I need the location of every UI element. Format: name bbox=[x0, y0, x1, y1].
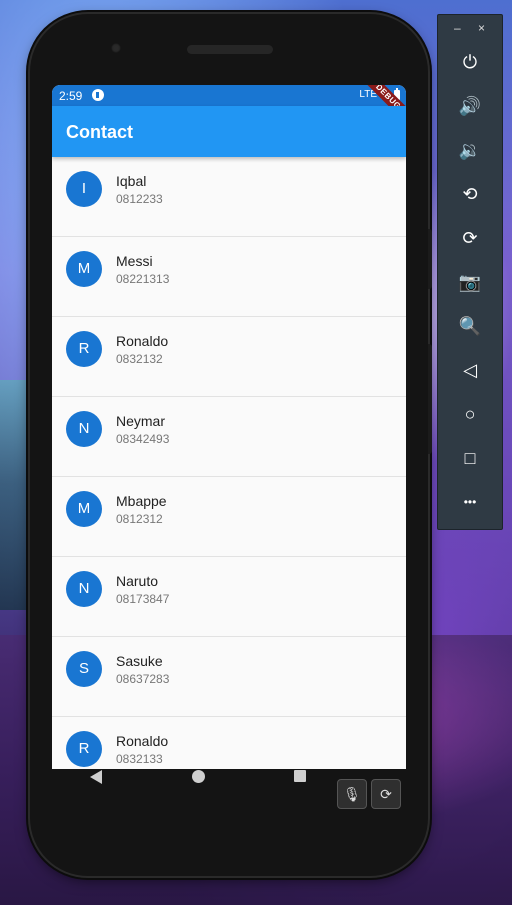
volume-down-icon[interactable]: 🔉 bbox=[455, 135, 485, 165]
minimize-icon[interactable]: – bbox=[454, 21, 461, 35]
nav-home-icon[interactable] bbox=[192, 770, 205, 783]
list-item[interactable]: M Messi 08221313 bbox=[52, 237, 406, 317]
list-item[interactable]: N Neymar 08342493 bbox=[52, 397, 406, 477]
contact-list: I Iqbal 0812233 M Messi 08221313 R Ronal… bbox=[52, 157, 406, 769]
avatar: M bbox=[66, 491, 102, 527]
emulator-toolbar: – × ⏻ 🔊 🔉 ⟲ ⟳ 📷 🔍 ◁ ○ □ ••• bbox=[437, 14, 503, 530]
contact-phone: 08637283 bbox=[116, 672, 170, 686]
contact-name: Sasuke bbox=[116, 653, 163, 669]
phone-frame: 2:59 LTE DEBUG Contact I Iqbal 0812233 M… bbox=[30, 14, 432, 876]
nav-recents-icon[interactable] bbox=[294, 770, 306, 782]
app-bar: Contact bbox=[52, 106, 406, 157]
overview-icon[interactable]: □ bbox=[455, 443, 485, 473]
microphone-icon[interactable]: 🎙 bbox=[337, 779, 367, 809]
volume-up-icon[interactable]: 🔊 bbox=[455, 91, 485, 121]
phone-screen: 2:59 LTE DEBUG Contact I Iqbal 0812233 M… bbox=[52, 85, 406, 769]
list-item[interactable]: N Naruto 08173847 bbox=[52, 557, 406, 637]
notification-icon bbox=[92, 89, 104, 101]
contact-phone: 0812312 bbox=[116, 512, 163, 526]
front-camera bbox=[111, 43, 121, 53]
list-item[interactable]: S Sasuke 08637283 bbox=[52, 637, 406, 717]
close-icon[interactable]: × bbox=[478, 21, 485, 35]
power-icon[interactable]: ⏻ bbox=[455, 47, 485, 77]
contact-name: Mbappe bbox=[116, 493, 167, 509]
contact-name: Iqbal bbox=[116, 173, 147, 189]
list-item[interactable]: M Mbappe 0812312 bbox=[52, 477, 406, 557]
more-icon[interactable]: ••• bbox=[455, 487, 485, 517]
contact-phone: 0832132 bbox=[116, 352, 163, 366]
side-button-power[interactable] bbox=[428, 344, 432, 454]
contact-name: Naruto bbox=[116, 573, 159, 589]
avatar: I bbox=[66, 171, 102, 207]
contact-name: Ronaldo bbox=[116, 733, 169, 749]
contact-phone: 08173847 bbox=[116, 592, 170, 606]
camera-icon[interactable]: 📷 bbox=[455, 267, 485, 297]
list-item[interactable]: R Ronaldo 0832132 bbox=[52, 317, 406, 397]
earpiece-speaker bbox=[187, 45, 273, 54]
avatar: R bbox=[66, 331, 102, 367]
contact-phone: 08221313 bbox=[116, 272, 170, 286]
contact-name: Messi bbox=[116, 253, 153, 269]
rotate-left-icon[interactable]: ⟲ bbox=[455, 179, 485, 209]
status-time: 2:59 bbox=[59, 89, 83, 103]
contact-phone: 08342493 bbox=[116, 432, 170, 446]
avatar: N bbox=[66, 571, 102, 607]
toolbar-window-controls: – × bbox=[438, 21, 502, 37]
contact-name: Ronaldo bbox=[116, 333, 169, 349]
rotate-right-icon[interactable]: ⟳ bbox=[455, 223, 485, 253]
avatar: S bbox=[66, 651, 102, 687]
list-item[interactable]: I Iqbal 0812233 bbox=[52, 157, 406, 237]
app-bar-title: Contact bbox=[66, 122, 133, 142]
rotate-icon[interactable]: ⟳ bbox=[371, 779, 401, 809]
contact-phone: 0812233 bbox=[116, 192, 163, 206]
android-nav-bar bbox=[22, 755, 376, 807]
avatar: N bbox=[66, 411, 102, 447]
side-button-volume[interactable] bbox=[428, 229, 432, 289]
avatar: M bbox=[66, 251, 102, 287]
home-icon[interactable]: ○ bbox=[455, 399, 485, 429]
zoom-icon[interactable]: 🔍 bbox=[455, 311, 485, 341]
back-icon[interactable]: ◁ bbox=[455, 355, 485, 385]
contact-name: Neymar bbox=[116, 413, 166, 429]
status-bar: 2:59 LTE DEBUG bbox=[52, 85, 406, 130]
nav-back-icon[interactable] bbox=[90, 770, 102, 784]
